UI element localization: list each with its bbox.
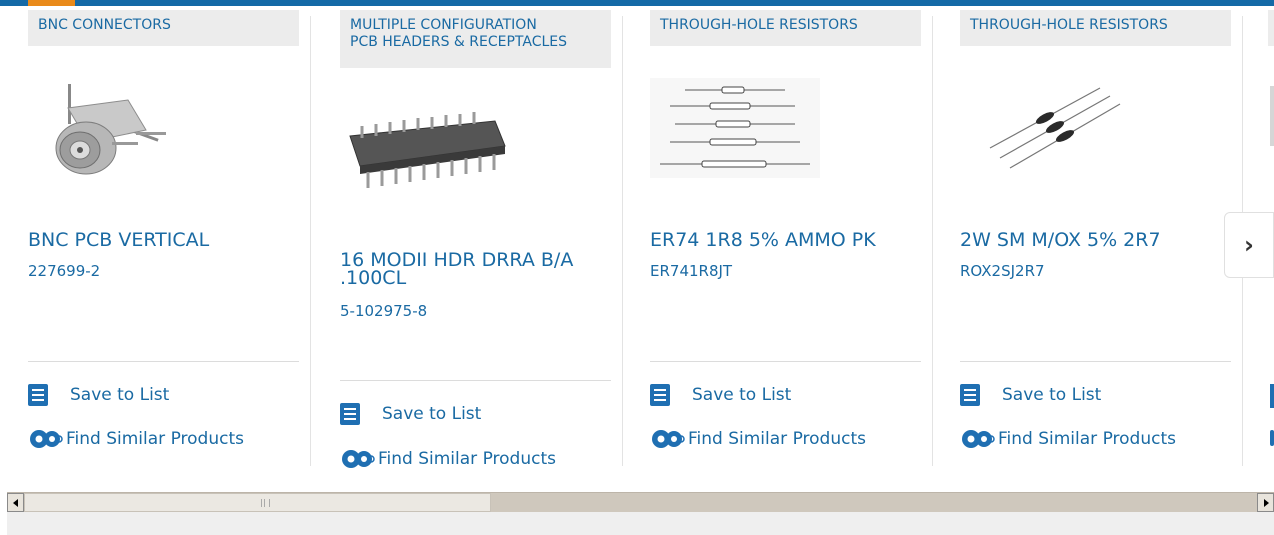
find-similar-label: Find Similar Products	[688, 429, 866, 449]
product-image-bnc-connector[interactable]	[28, 78, 208, 198]
checklist-icon	[650, 384, 670, 406]
product-card: BNC CONNECTORS BNC PCB VERTICAL 227699-2…	[0, 6, 311, 486]
save-to-list-button[interactable]: Save to List	[650, 383, 791, 407]
part-number-link[interactable]: ER741R8JT	[650, 262, 732, 280]
status-strip	[7, 512, 1274, 535]
checklist-icon	[28, 384, 48, 406]
card-divider	[650, 361, 921, 362]
product-image-metal-oxide-resistors[interactable]	[960, 78, 1140, 198]
product-card: THROUGH-HOLE RESISTORS 2W SM M/OX 5% 2R7…	[932, 6, 1243, 486]
arrow-right-icon	[1264, 499, 1269, 507]
horizontal-scrollbar[interactable]	[7, 492, 1274, 512]
arrow-left-icon	[13, 499, 18, 507]
part-number-link[interactable]: 5-102975-8	[340, 302, 427, 320]
product-title-link[interactable]: ER74 1R8 5% AMMO PK	[650, 231, 920, 250]
gears-icon	[30, 430, 63, 448]
save-to-list-label: Save to List	[382, 404, 482, 424]
find-similar-button[interactable]: Find Similar Products	[960, 427, 1176, 451]
category-label: MULTIPLE CONFIGURATION	[350, 17, 537, 33]
carousel-next-button[interactable]: ›	[1224, 212, 1274, 278]
category-label: THROUGH-HOLE RESISTORS	[970, 17, 1168, 33]
find-similar-button[interactable]: Find Similar Products	[340, 447, 556, 471]
find-similar-label: Find Similar Products	[66, 429, 244, 449]
save-to-list-button[interactable]: Save to List	[340, 402, 481, 426]
category-tag[interactable]: THROUGH-HOLE RESISTORS	[650, 10, 921, 46]
product-card: MULTIPLE CONFIGURATION PCB HEADERS & REC…	[312, 6, 623, 486]
card-divider	[28, 361, 299, 362]
product-card: THROUGH-HOLE RESISTORS ER74 1R8 5% AMMO …	[622, 6, 933, 486]
part-number-link[interactable]: ROX2SJ2R7	[960, 262, 1045, 280]
find-similar-button[interactable]: Find Similar Products	[650, 427, 866, 451]
save-to-list-label: Save to List	[692, 385, 792, 405]
gears-icon	[962, 430, 995, 448]
category-tag[interactable]: MULTIPLE CONFIGURATION PCB HEADERS & REC…	[340, 10, 611, 68]
product-title-link[interactable]: 2W SM M/OX 5% 2R7	[960, 231, 1230, 250]
checklist-icon	[340, 403, 360, 425]
product-carousel: BNC CONNECTORS BNC PCB VERTICAL 227699-2…	[0, 6, 1274, 492]
category-tag[interactable]: BNC CONNECTORS	[28, 10, 299, 46]
product-title-link[interactable]: BNC PCB VERTICAL	[28, 231, 298, 250]
product-title-link[interactable]: 16 MODII HDR DRRA B/A .100CL	[340, 251, 610, 288]
scrollbar-thumb[interactable]	[24, 493, 491, 512]
gears-icon	[652, 430, 685, 448]
chevron-right-icon: ›	[1244, 231, 1254, 259]
category-label: PCB HEADERS & RECEPTACLES	[350, 34, 568, 50]
gears-icon	[342, 450, 375, 468]
find-similar-button[interactable]: Find Similar Products	[28, 427, 244, 451]
save-to-list-label: Save to List	[1002, 385, 1102, 405]
find-similar-label: Find Similar Products	[998, 429, 1176, 449]
scroll-left-button[interactable]	[7, 493, 24, 512]
category-label: BNC CONNECTORS	[38, 17, 171, 33]
save-to-list-label: Save to List	[70, 385, 170, 405]
product-image-through-hole-resistors[interactable]	[650, 78, 830, 198]
checklist-icon	[960, 384, 980, 406]
category-label: THROUGH-HOLE RESISTORS	[660, 17, 858, 33]
grip-icon	[261, 499, 270, 507]
save-to-list-button[interactable]: Save to List	[960, 383, 1101, 407]
product-image-pcb-header[interactable]	[340, 96, 520, 216]
save-to-list-button[interactable]: Save to List	[28, 383, 169, 407]
scroll-right-button[interactable]	[1257, 493, 1274, 512]
card-divider	[340, 380, 611, 381]
card-divider	[960, 361, 1231, 362]
find-similar-label: Find Similar Products	[378, 449, 556, 469]
part-number-link[interactable]: 227699-2	[28, 262, 100, 280]
card-separator	[310, 16, 311, 466]
category-tag[interactable]: THROUGH-HOLE RESISTORS	[960, 10, 1231, 46]
